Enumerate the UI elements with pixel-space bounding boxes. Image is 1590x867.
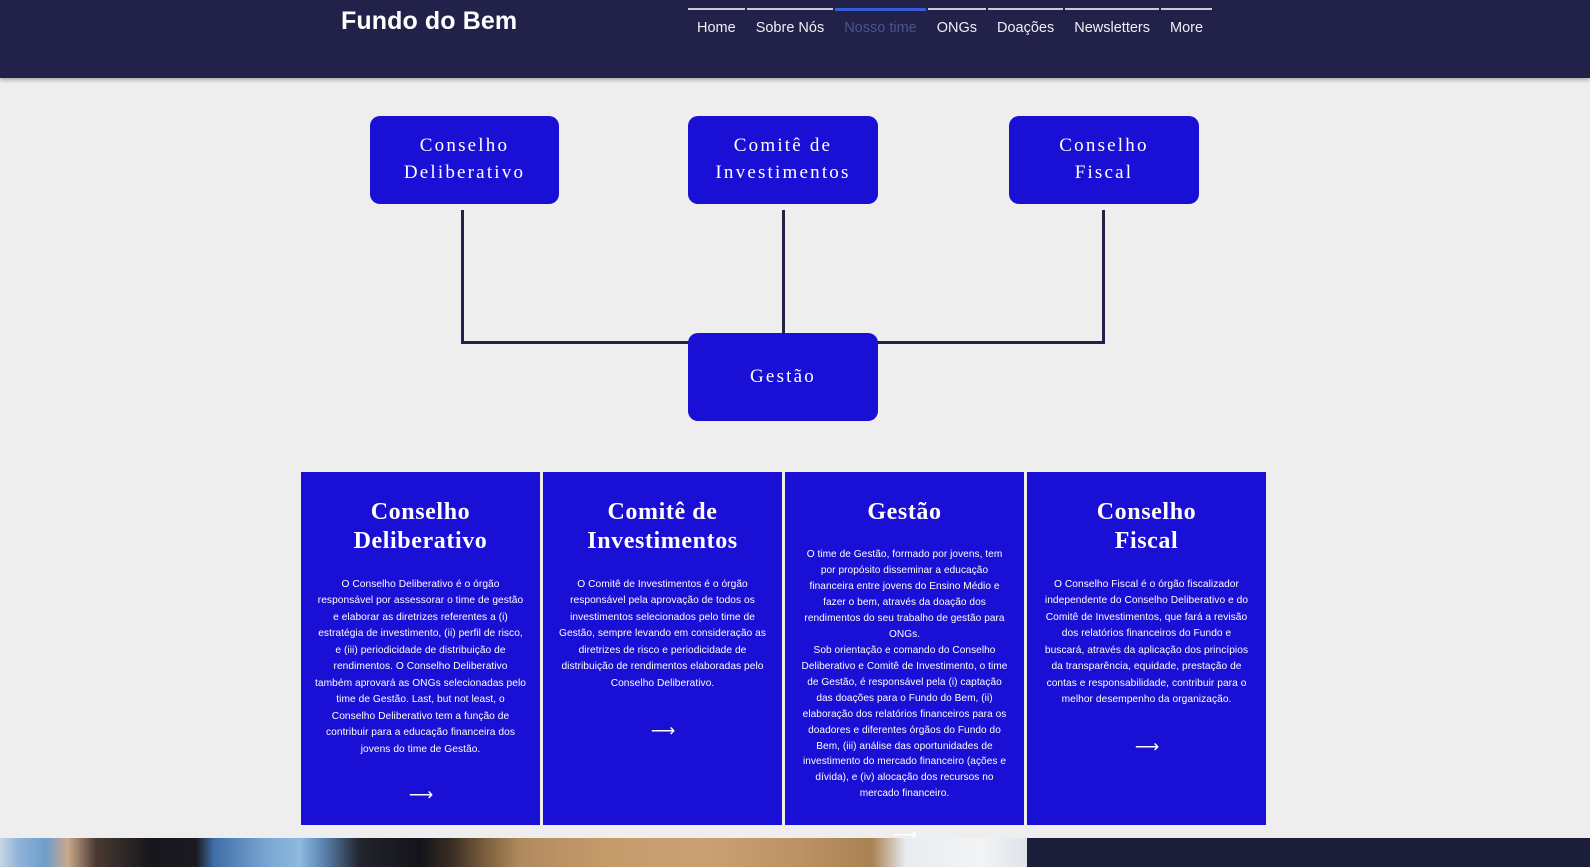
org-box-gestao[interactable]: Gestão bbox=[688, 333, 878, 421]
org-box-conselho-deliberativo[interactable]: Conselho Deliberativo bbox=[370, 116, 559, 204]
main-navigation: Home Sobre Nós Nosso time ONGs Doações N… bbox=[688, 8, 1213, 38]
site-header: Fundo do Bem Home Sobre Nós Nosso time O… bbox=[0, 0, 1590, 78]
connector-line-middle-vertical bbox=[782, 210, 785, 344]
nav-item-home[interactable]: Home bbox=[688, 8, 745, 38]
nav-item-nosso-time[interactable]: Nosso time bbox=[835, 8, 926, 38]
info-card-conselho-fiscal[interactable]: Conselho Fiscal O Conselho Fiscal é o ór… bbox=[1027, 472, 1266, 825]
dark-panel-block bbox=[1027, 838, 1590, 867]
site-logo[interactable]: Fundo do Bem bbox=[341, 7, 517, 36]
nav-item-ongs[interactable]: ONGs bbox=[927, 8, 987, 38]
card-body: O time de Gestão, formado por jovens, te… bbox=[801, 549, 1008, 800]
nav-item-doacoes[interactable]: Doações bbox=[988, 8, 1064, 38]
connector-line-right-vertical bbox=[1102, 210, 1105, 344]
card-title: Gestão bbox=[867, 499, 942, 525]
connector-line-left-vertical bbox=[461, 210, 464, 344]
card-title: Comitê de Investimentos bbox=[587, 499, 738, 555]
org-chart: Conselho Deliberativo Comitê de Investim… bbox=[0, 78, 1590, 458]
arrow-right-icon[interactable]: ⟶ bbox=[409, 786, 433, 803]
info-card-conselho-deliberativo[interactable]: Conselho Deliberativo O Conselho Deliber… bbox=[301, 472, 540, 825]
nav-item-sobre-nos[interactable]: Sobre Nós bbox=[746, 8, 834, 38]
card-body: O Conselho Deliberativo é o órgão respon… bbox=[315, 578, 526, 755]
info-cards-row: Conselho Deliberativo O Conselho Deliber… bbox=[301, 472, 1266, 843]
team-photo bbox=[0, 838, 1027, 867]
info-card-gestao[interactable]: Gestão O time de Gestão, formado por jov… bbox=[785, 472, 1024, 843]
org-box-comite-de-investimentos[interactable]: Comitê de Investimentos bbox=[688, 116, 878, 204]
bottom-photo-strip bbox=[0, 838, 1590, 867]
org-box-conselho-fiscal[interactable]: Conselho Fiscal bbox=[1009, 116, 1199, 204]
card-title: Conselho Deliberativo bbox=[353, 499, 488, 555]
card-title: Conselho Fiscal bbox=[1096, 499, 1197, 555]
arrow-right-icon[interactable]: ⟶ bbox=[1135, 738, 1159, 755]
nav-item-newsletters[interactable]: Newsletters bbox=[1065, 8, 1159, 38]
card-body: O Comitê de Investimentos é o órgão resp… bbox=[558, 578, 767, 689]
arrow-right-icon[interactable]: ⟶ bbox=[651, 722, 675, 739]
card-body: O Conselho Fiscal é o órgão fiscalizador… bbox=[1044, 578, 1249, 706]
info-card-comite-de-investimentos[interactable]: Comitê de Investimentos O Comitê de Inve… bbox=[543, 472, 782, 825]
nav-item-more[interactable]: More bbox=[1161, 8, 1213, 38]
